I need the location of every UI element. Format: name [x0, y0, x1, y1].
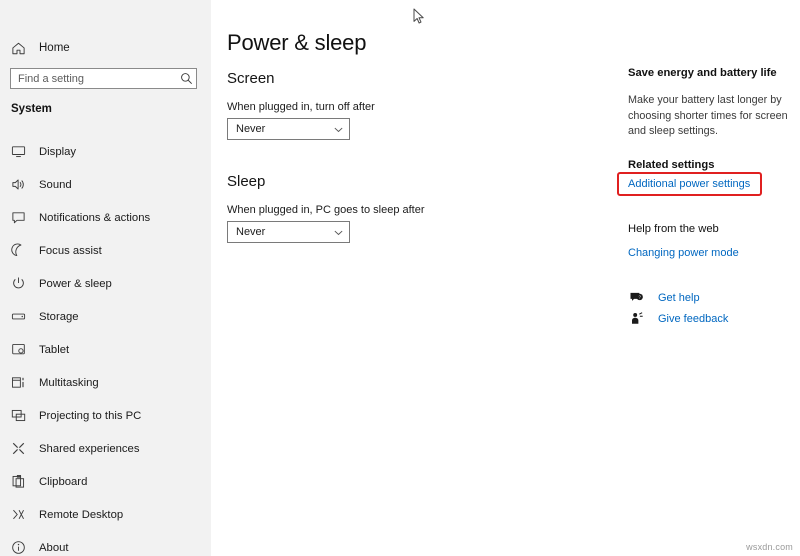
- sidebar-item-label: Tablet: [39, 343, 70, 356]
- feedback-icon: [628, 310, 645, 327]
- screen-timeout-label: When plugged in, turn off after: [227, 101, 375, 113]
- search-icon[interactable]: [176, 69, 196, 88]
- screen-timeout-dropdown[interactable]: Never: [227, 118, 350, 140]
- sidebar-item-label: Display: [39, 145, 77, 158]
- projecting-icon: [9, 406, 28, 425]
- remote-desktop-icon: [9, 505, 28, 524]
- home-icon: [9, 39, 27, 57]
- right-panel: Save energy and battery life Make your b…: [617, 0, 800, 556]
- sidebar-item-label: Sound: [39, 178, 72, 191]
- save-energy-heading: Save energy and battery life: [628, 67, 777, 79]
- section-heading-screen: Screen: [227, 70, 275, 87]
- sidebar-item-label: Remote Desktop: [39, 508, 124, 521]
- get-help-label: Get help: [658, 291, 700, 304]
- sidebar-item-label: Multitasking: [39, 376, 99, 389]
- help-from-web-heading: Help from the web: [628, 223, 719, 235]
- search-input[interactable]: [11, 69, 176, 88]
- search-box[interactable]: [10, 68, 197, 89]
- sidebar-item-display[interactable]: Display: [0, 135, 211, 168]
- notification-icon: [9, 208, 28, 227]
- chevron-down-icon: [332, 226, 344, 238]
- storage-icon: [9, 307, 28, 326]
- sidebar-item-sound[interactable]: Sound: [0, 168, 211, 201]
- sidebar-item-storage[interactable]: Storage: [0, 300, 211, 333]
- chevron-down-icon: [332, 123, 344, 135]
- moon-icon: [9, 241, 28, 260]
- tablet-icon: [9, 340, 28, 359]
- sidebar-item-power-sleep[interactable]: Power & sleep: [0, 267, 211, 300]
- multitasking-icon: [9, 373, 28, 392]
- sidebar-item-tablet[interactable]: Tablet: [0, 333, 211, 366]
- sidebar-item-projecting-to-this-pc[interactable]: Projecting to this PC: [0, 399, 211, 432]
- give-feedback-label: Give feedback: [658, 312, 729, 325]
- give-feedback-row[interactable]: Give feedback: [628, 310, 728, 327]
- sidebar: Home System Display: [0, 0, 211, 556]
- screen-timeout-value: Never: [236, 123, 266, 135]
- info-icon: [9, 538, 28, 556]
- sidebar-item-home[interactable]: Home: [0, 36, 211, 60]
- sleep-timeout-value: Never: [236, 226, 266, 238]
- power-icon: [9, 274, 28, 293]
- shared-icon: [9, 439, 28, 458]
- changing-power-mode-link[interactable]: Changing power mode: [628, 247, 739, 259]
- sidebar-item-label: About: [39, 541, 69, 554]
- sleep-timeout-label: When plugged in, PC goes to sleep after: [227, 204, 425, 216]
- related-settings-heading: Related settings: [628, 159, 715, 171]
- sidebar-item-focus-assist[interactable]: Focus assist: [0, 234, 211, 267]
- sidebar-item-label: Focus assist: [39, 244, 102, 257]
- sidebar-item-notifications-actions[interactable]: Notifications & actions: [0, 201, 211, 234]
- sidebar-item-label: Power & sleep: [39, 277, 112, 290]
- help-bubble-icon: ?: [628, 289, 645, 306]
- sidebar-item-clipboard[interactable]: Clipboard: [0, 465, 211, 498]
- sidebar-item-remote-desktop[interactable]: Remote Desktop: [0, 498, 211, 531]
- get-help-row[interactable]: ? Get help: [628, 289, 700, 306]
- sidebar-nav: Display Sound Notifications & actions Fo…: [0, 135, 211, 556]
- sidebar-item-multitasking[interactable]: Multitasking: [0, 366, 211, 399]
- sidebar-item-about[interactable]: About: [0, 531, 211, 556]
- sidebar-item-label: Notifications & actions: [39, 211, 151, 224]
- sidebar-item-label: Storage: [39, 310, 79, 323]
- sidebar-item-label: Shared experiences: [39, 442, 140, 455]
- settings-window: Settings: [0, 0, 800, 556]
- additional-power-settings-link[interactable]: Additional power settings: [628, 178, 750, 190]
- watermark: wsxdn.com: [746, 542, 793, 552]
- sleep-timeout-dropdown[interactable]: Never: [227, 221, 350, 243]
- section-heading-sleep: Sleep: [227, 173, 266, 190]
- save-energy-body: Make your battery last longer by choosin…: [628, 94, 788, 137]
- sidebar-group-label: System: [11, 103, 52, 115]
- page-title: Power & sleep: [227, 30, 367, 55]
- sidebar-item-label: Clipboard: [39, 475, 88, 488]
- sidebar-item-label: Projecting to this PC: [39, 409, 142, 422]
- speaker-icon: [9, 175, 28, 194]
- monitor-icon: [9, 142, 28, 161]
- sidebar-home-label: Home: [39, 42, 70, 54]
- sidebar-item-shared-experiences[interactable]: Shared experiences: [0, 432, 211, 465]
- clipboard-icon: [9, 472, 28, 491]
